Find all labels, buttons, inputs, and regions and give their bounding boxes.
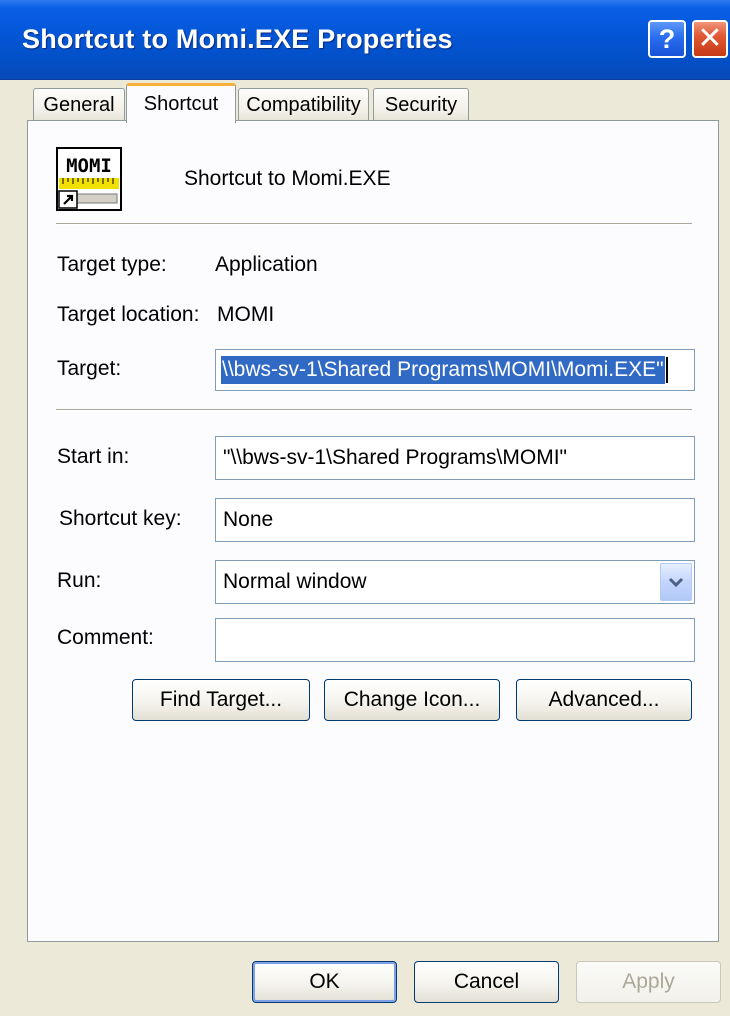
shortcut-key-value: None — [223, 508, 274, 531]
target-location-value: MOMI — [217, 303, 275, 326]
close-icon: ✕ — [697, 22, 723, 55]
momi-icon-text: MOMI — [66, 155, 112, 177]
shortcut-name: Shortcut to Momi.EXE — [184, 167, 391, 190]
target-type-value: Application — [215, 253, 318, 276]
cancel-button[interactable]: Cancel — [414, 961, 559, 1003]
change-icon-label: Change Icon... — [343, 688, 481, 711]
start-in-label: Start in: — [57, 445, 130, 468]
title-bar[interactable]: Shortcut to Momi.EXE Properties ? ✕ — [0, 0, 730, 80]
tab-shortcut[interactable]: Shortcut — [126, 83, 236, 123]
run-label: Run: — [57, 569, 102, 592]
find-target-label: Find Target... — [159, 688, 283, 711]
help-button[interactable]: ? — [648, 20, 686, 58]
tab-strip: General Shortcut Compatibility Security — [0, 80, 730, 123]
run-select[interactable]: Normal window — [215, 560, 695, 604]
shortcut-key-label: Shortcut key: — [59, 507, 182, 530]
apply-button[interactable]: Apply — [576, 961, 721, 1003]
ok-button[interactable]: OK — [252, 961, 397, 1003]
target-field[interactable]: \\bws-sv-1\Shared Programs\MOMI\Momi.EXE… — [215, 349, 695, 391]
chevron-down-icon — [668, 577, 684, 588]
tab-compatibility[interactable]: Compatibility — [238, 88, 369, 122]
close-button[interactable]: ✕ — [692, 20, 728, 58]
dropdown-button[interactable] — [660, 563, 692, 601]
target-label: Target: — [57, 357, 122, 380]
momi-app-icon: MOMI — [56, 147, 122, 213]
help-icon: ? — [658, 23, 676, 54]
comment-field[interactable] — [215, 618, 695, 662]
find-target-button[interactable]: Find Target... — [132, 679, 310, 721]
run-value: Normal window — [223, 570, 367, 593]
separator — [56, 409, 692, 411]
comment-label: Comment: — [57, 626, 154, 649]
window-title: Shortcut to Momi.EXE Properties — [22, 24, 453, 54]
separator — [56, 223, 692, 225]
cancel-label: Cancel — [453, 970, 520, 993]
change-icon-button[interactable]: Change Icon... — [324, 679, 500, 721]
advanced-label: Advanced... — [548, 688, 660, 711]
start-in-field[interactable]: "\\bws-sv-1\Shared Programs\MOMI" — [215, 436, 695, 480]
tab-general[interactable]: General — [33, 88, 125, 122]
ok-label: OK — [309, 970, 340, 993]
tab-security[interactable]: Security — [373, 88, 469, 122]
tab-label: General — [43, 94, 115, 116]
tab-label: Compatibility — [246, 94, 361, 116]
shortcut-key-field[interactable]: None — [215, 498, 695, 542]
target-location-label: Target location: — [57, 303, 200, 326]
tab-label: Shortcut — [143, 93, 219, 115]
text-caret — [665, 357, 668, 383]
advanced-button[interactable]: Advanced... — [516, 679, 692, 721]
target-type-label: Target type: — [57, 253, 167, 276]
start-in-value: "\\bws-sv-1\Shared Programs\MOMI" — [223, 446, 567, 469]
shortcut-panel: MOMI Shortcut to Momi.EXE Target type: A… — [27, 120, 719, 942]
tab-label: Security — [384, 94, 458, 116]
apply-label: Apply — [622, 970, 675, 993]
target-value: \\bws-sv-1\Shared Programs\MOMI\Momi.EXE… — [221, 356, 665, 384]
